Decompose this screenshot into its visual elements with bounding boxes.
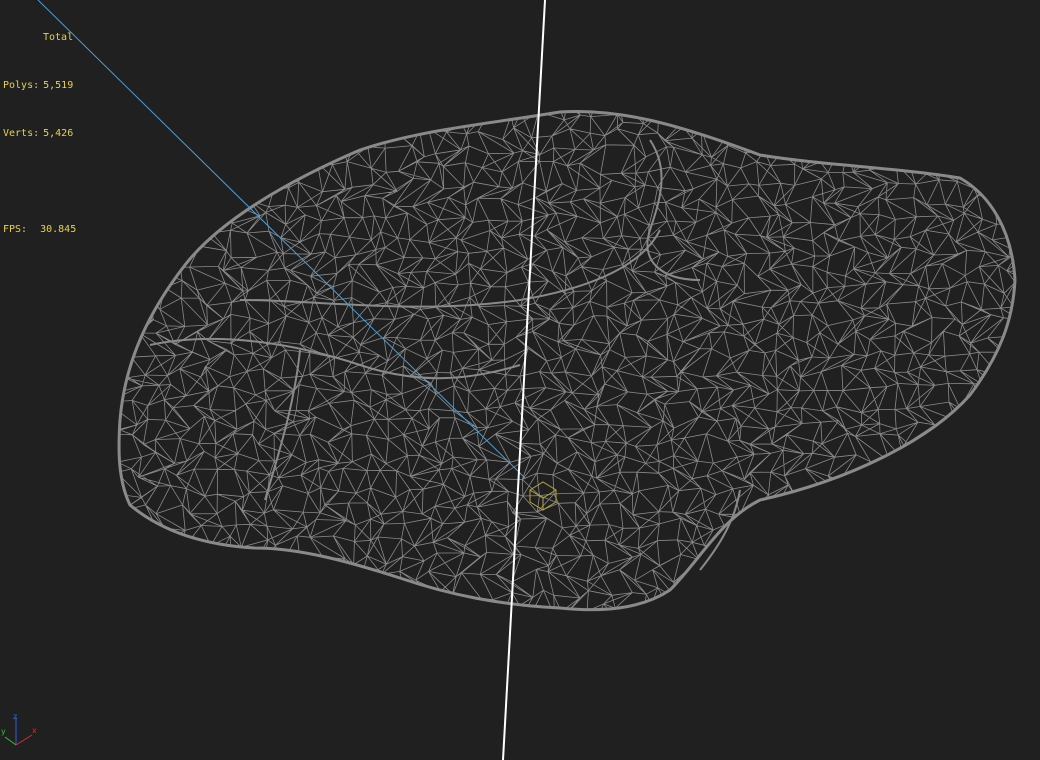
axis-tripod-icon: z x y xyxy=(1,712,37,746)
rock-mesh-fold xyxy=(239,229,661,308)
polys-value: 5,519 xyxy=(43,80,74,91)
viewport-3d[interactable]: z x y xyxy=(0,0,1040,760)
axis-z-label: z xyxy=(13,712,17,721)
verts-value: 5,426 xyxy=(43,128,74,139)
axis-y-label: y xyxy=(1,727,6,736)
stats-spacer xyxy=(3,174,76,190)
fps-row: FPS: 30.845 xyxy=(3,222,76,238)
vertical-axis-line xyxy=(502,0,546,760)
fps-value: 30.845 xyxy=(40,224,77,235)
diagonal-axis-line xyxy=(37,0,526,479)
viewport-statistics-overlay: Total Polys: 5,519 Verts: 5,426 FPS: 30.845 xyxy=(3,0,76,254)
verts-count-row: Verts: 5,426 xyxy=(3,126,76,142)
stats-title: Total xyxy=(43,32,74,43)
polys-count-row: Polys: 5,519 xyxy=(3,78,76,94)
axis-x-label: x xyxy=(32,726,37,735)
verts-label: Verts: xyxy=(3,128,40,139)
rock-mesh-triangles xyxy=(119,111,1016,610)
rock-wireframe-mesh xyxy=(117,109,1017,612)
rock-mesh-fold xyxy=(646,139,701,281)
fps-label: FPS: xyxy=(3,224,28,235)
polys-label: Polys: xyxy=(3,80,40,91)
